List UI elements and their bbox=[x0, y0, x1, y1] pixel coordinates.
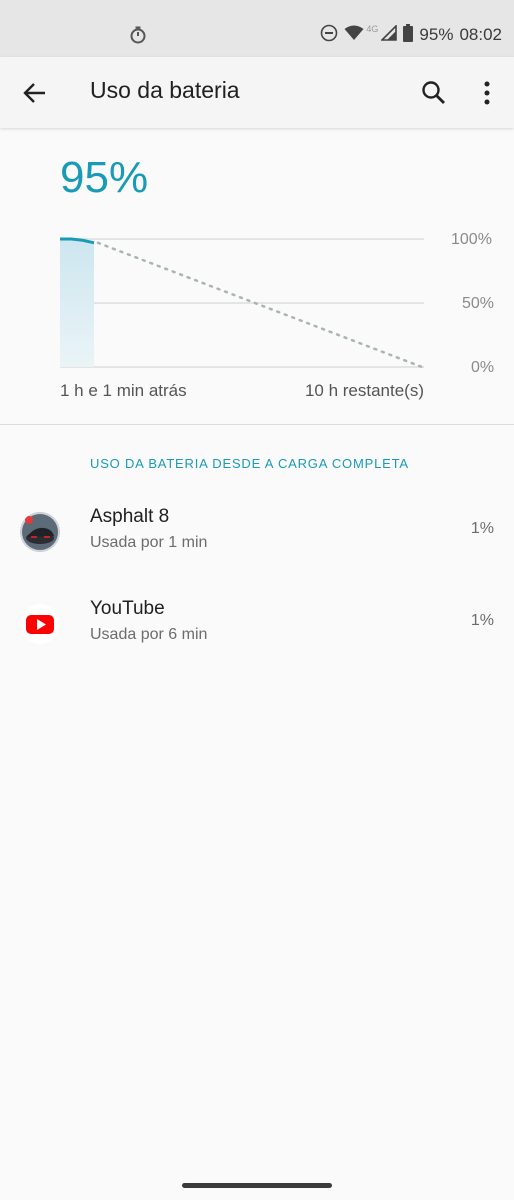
battery-summary: 95% 100% 50% 0% 1 h e 1 min atrás 10 h r… bbox=[0, 129, 514, 425]
app-name: Asphalt 8 bbox=[90, 506, 170, 527]
axis-label-100: 100% bbox=[451, 231, 492, 248]
do-not-disturb-icon bbox=[320, 24, 338, 47]
app-name: YouTube bbox=[90, 598, 165, 619]
cellular-signal-icon bbox=[380, 23, 398, 46]
status-icons: 4G 95% 08:02 bbox=[314, 22, 502, 48]
app-percent: 1% bbox=[470, 520, 494, 537]
status-bar: 4G 95% 08:02 bbox=[0, 0, 514, 57]
app-percent: 1% bbox=[470, 612, 494, 629]
section-header: USO DA BATERIA DESDE A CARGA COMPLETA bbox=[90, 456, 409, 471]
divider bbox=[0, 424, 514, 425]
axis-label-50: 50% bbox=[462, 295, 495, 312]
app-bar: Uso da bateria bbox=[0, 57, 514, 128]
battery-usage-screen: 4G 95% 08:02 Uso da bateria 95% 100% 50%… bbox=[0, 0, 514, 1200]
home-indicator[interactable] bbox=[182, 1183, 332, 1188]
app-usage: Usada por 1 min bbox=[90, 534, 208, 551]
app-usage: Usada por 6 min bbox=[90, 626, 208, 643]
page-title: Uso da bateria bbox=[90, 77, 240, 103]
more-vert-icon[interactable] bbox=[474, 79, 500, 107]
youtube-icon bbox=[20, 604, 60, 644]
clock: 08:02 bbox=[459, 25, 502, 44]
asphalt-8-icon bbox=[20, 512, 60, 552]
app-row-youtube[interactable]: YouTube Usada por 6 min 1% bbox=[0, 592, 514, 672]
axis-label-0: 0% bbox=[471, 359, 495, 376]
history-area bbox=[60, 239, 94, 367]
timer-icon bbox=[129, 26, 147, 49]
back-arrow-icon[interactable] bbox=[22, 80, 48, 106]
app-row-asphalt[interactable]: Asphalt 8 Usada por 1 min 1% bbox=[0, 500, 514, 580]
battery-percent-text: 95% bbox=[419, 25, 454, 44]
wifi-icon bbox=[344, 25, 364, 46]
time-ago-label: 1 h e 1 min atrás bbox=[60, 381, 187, 400]
projection-line bbox=[96, 241, 424, 369]
time-remaining-label: 10 h restante(s) bbox=[304, 381, 424, 400]
battery-icon bbox=[403, 23, 414, 47]
search-icon[interactable] bbox=[420, 79, 448, 107]
network-type-label: 4G bbox=[366, 24, 379, 34]
